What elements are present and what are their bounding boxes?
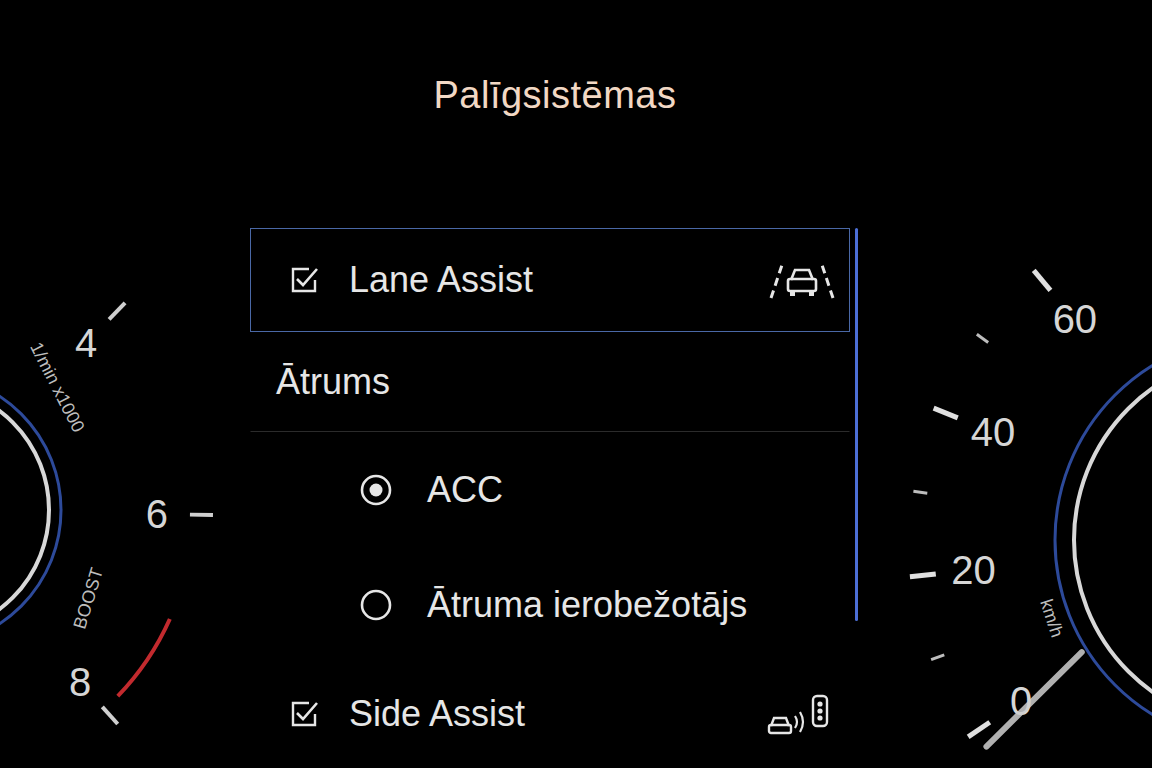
checkbox-icon[interactable] (289, 698, 321, 730)
speedometer-area: 0204060km/h (860, 0, 1152, 768)
row-icon (767, 258, 837, 302)
radio-icon[interactable] (359, 588, 393, 622)
section-header: Ātrums (250, 332, 850, 432)
radio-icon[interactable] (359, 473, 393, 507)
radio-label: ACC (427, 469, 837, 511)
tick (968, 722, 990, 737)
needle (986, 652, 1081, 746)
tick-label: 20 (951, 548, 996, 592)
menu-list: Lane Assist Ātrums ACC Ātruma ierobežotājs S… (250, 228, 850, 766)
boost-label: BOOST (69, 565, 107, 631)
side-assist-icon (767, 692, 837, 736)
tick-label: 4 (75, 321, 97, 365)
menu: Lane Assist Ātrums ACC Ātruma ierobežotājs S… (250, 228, 860, 768)
tick (910, 574, 936, 577)
checkbox-row[interactable]: Lane Assist (250, 228, 850, 332)
title-bar: Palīgsistēmas (250, 0, 860, 228)
radio-row[interactable]: Ātruma ierobežotājs (250, 547, 850, 662)
tick (190, 513, 213, 517)
checkbox-label: Side Assist (349, 693, 739, 735)
scrollbar[interactable] (855, 228, 858, 766)
minor-tick (913, 491, 927, 493)
rpm-unit: 1/min x1000 (26, 339, 88, 435)
checkbox-label: Lane Assist (349, 259, 739, 301)
tachometer: 4 6 8 1/min x1000 BOOST (0, 0, 250, 768)
scrollbar-thumb[interactable] (855, 228, 858, 621)
speedometer: 0204060km/h (860, 0, 1152, 768)
lane-assist-icon (767, 258, 837, 302)
minor-tick (977, 334, 988, 342)
tick (102, 707, 117, 724)
speed-unit: km/h (1036, 597, 1067, 640)
radio-row[interactable]: ACC (250, 432, 850, 547)
tick (934, 408, 958, 418)
menu-title: Palīgsistēmas (433, 74, 676, 117)
tick (109, 303, 125, 320)
checkbox-icon[interactable] (289, 264, 321, 296)
minor-tick (931, 655, 944, 660)
tachometer-area: 4 6 8 1/min x1000 BOOST (0, 0, 250, 768)
row-icon (767, 692, 837, 736)
tick (1034, 270, 1051, 290)
radio-label: Ātruma ierobežotājs (427, 584, 837, 626)
tick-label: 8 (69, 660, 91, 704)
tick-label: 40 (971, 410, 1016, 454)
checkbox-row[interactable]: Side Assist (250, 662, 850, 766)
section-label: Ātrums (276, 361, 837, 403)
tick-label: 60 (1053, 297, 1098, 341)
tick-label: 6 (146, 492, 168, 536)
instrument-cluster: 4 6 8 1/min x1000 BOOST Palīgsistēmas Lane Ass… (0, 0, 1152, 768)
